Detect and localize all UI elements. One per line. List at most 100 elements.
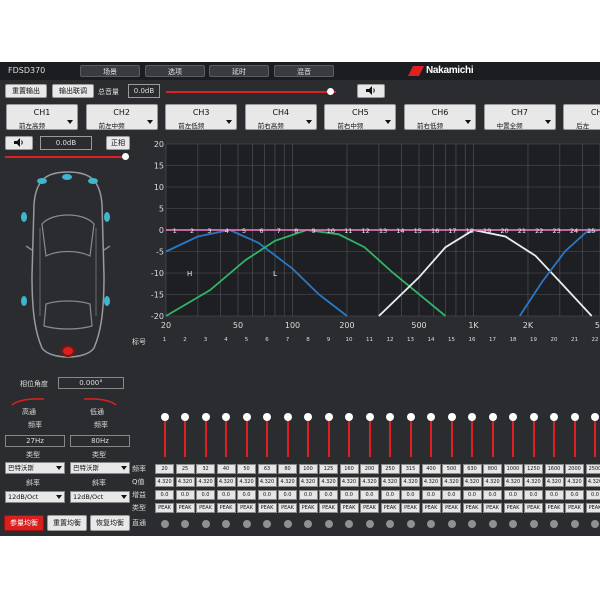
band-q-cell[interactable]: 4.320: [462, 477, 482, 487]
band-gain-cell[interactable]: 0.0: [442, 490, 461, 500]
band-q-cell[interactable]: 4.320: [175, 477, 195, 487]
band-freq-cell[interactable]: 2000: [565, 464, 584, 474]
band-type-cell[interactable]: PEAK: [360, 503, 379, 513]
band-q-cell[interactable]: 4.320: [216, 477, 236, 487]
band-gain-cell[interactable]: 0.0: [462, 490, 482, 500]
band-type-cell[interactable]: PEAK: [155, 503, 174, 513]
band-type-cell[interactable]: PEAK: [585, 503, 600, 513]
menu-delay[interactable]: 延时: [209, 65, 269, 77]
band-q-cell[interactable]: 4.320: [380, 477, 400, 487]
lowpass-slope-select[interactable]: 12dB/Oct: [70, 491, 130, 503]
band-bypass-led[interactable]: [468, 520, 476, 528]
band-freq-cell[interactable]: 1600: [544, 464, 564, 474]
band-q-cell[interactable]: 4.320: [339, 477, 359, 487]
band-bypass-led[interactable]: [222, 520, 230, 528]
band-type-cell[interactable]: PEAK: [401, 503, 420, 513]
band-freq-cell[interactable]: 80: [278, 464, 297, 474]
band-fader-track[interactable]: [307, 417, 309, 457]
channel-button-4[interactable]: CH4 前右高频: [244, 104, 317, 130]
speaker-front-left-icon[interactable]: [37, 178, 47, 184]
band-freq-cell[interactable]: 2500: [585, 464, 600, 474]
speaker-right-door-icon[interactable]: [104, 212, 110, 222]
band-freq-cell[interactable]: 315: [401, 464, 420, 474]
band-type-cell[interactable]: PEAK: [503, 503, 523, 513]
band-gain-cell[interactable]: 0.0: [319, 490, 338, 500]
band-type-cell[interactable]: PEAK: [380, 503, 400, 513]
band-fader-knob[interactable]: [529, 413, 538, 421]
band-q-cell[interactable]: 4.320: [483, 477, 502, 487]
band-fader-knob[interactable]: [365, 413, 374, 421]
channel-button-5[interactable]: CH5 前右中频: [324, 104, 397, 130]
band-fader-track[interactable]: [512, 417, 514, 457]
band-gain-cell[interactable]: 0.0: [524, 490, 543, 500]
band-type-cell[interactable]: PEAK: [216, 503, 236, 513]
band-fader-knob[interactable]: [324, 413, 333, 421]
band-fader-track[interactable]: [450, 417, 453, 457]
band-q-cell[interactable]: 4.320: [360, 477, 379, 487]
band-bypass-led[interactable]: [345, 520, 353, 528]
channel-mute-button[interactable]: [5, 136, 33, 150]
menu-mixer[interactable]: 混音: [274, 65, 334, 77]
band-type-cell[interactable]: PEAK: [565, 503, 584, 513]
band-freq-cell[interactable]: 50: [237, 464, 256, 474]
band-freq-cell[interactable]: 63: [257, 464, 277, 474]
band-bypass-led[interactable]: [509, 520, 517, 528]
band-q-cell[interactable]: 4.320: [442, 477, 461, 487]
band-fader-knob[interactable]: [488, 413, 497, 421]
band-q-cell[interactable]: 4.320: [155, 477, 174, 487]
channel-gain-knob[interactable]: [121, 153, 129, 160]
speaker-rear-left-icon[interactable]: [21, 296, 27, 306]
band-q-cell[interactable]: 4.320: [524, 477, 543, 487]
band-bypass-led[interactable]: [550, 520, 558, 528]
band-fader-knob[interactable]: [386, 413, 394, 421]
phase-angle-value[interactable]: 0.000°: [58, 377, 124, 389]
channel-button-2[interactable]: CH2 前左中频: [85, 104, 158, 130]
band-q-cell[interactable]: 4.320: [257, 477, 277, 487]
band-fader-knob[interactable]: [427, 413, 435, 421]
band-fader-track[interactable]: [491, 417, 494, 457]
band-q-cell[interactable]: 4.320: [503, 477, 523, 487]
band-gain-cell[interactable]: 0.0: [585, 490, 600, 500]
band-bypass-led[interactable]: [406, 520, 415, 528]
band-freq-cell[interactable]: 630: [462, 464, 482, 474]
band-gain-cell[interactable]: 0.0: [544, 490, 564, 500]
band-fader-track[interactable]: [471, 417, 473, 457]
band-type-cell[interactable]: PEAK: [524, 503, 543, 513]
band-freq-cell[interactable]: 20: [155, 464, 174, 474]
band-fader-knob[interactable]: [345, 413, 353, 421]
band-type-cell[interactable]: PEAK: [196, 503, 215, 513]
band-type-cell[interactable]: PEAK: [339, 503, 359, 513]
highpass-freq-input[interactable]: 27Hz: [5, 435, 65, 447]
band-fader-knob[interactable]: [160, 413, 169, 421]
band-q-cell[interactable]: 4.320: [196, 477, 215, 487]
band-type-cell[interactable]: PEAK: [237, 503, 256, 513]
band-freq-cell[interactable]: 100: [298, 464, 318, 474]
band-q-cell[interactable]: 4.320: [585, 477, 600, 487]
master-volume-knob[interactable]: [327, 88, 335, 95]
band-gain-cell[interactable]: 0.0: [339, 490, 359, 500]
menu-options[interactable]: 选项: [145, 65, 205, 77]
band-fader-track[interactable]: [532, 417, 535, 457]
band-freq-cell[interactable]: 40: [216, 464, 236, 474]
band-bypass-led[interactable]: [263, 520, 271, 528]
channel-button-8[interactable]: CH8后左: [563, 104, 600, 130]
channel-button-3[interactable]: CH3 前左低频: [165, 104, 238, 130]
band-type-cell[interactable]: PEAK: [544, 503, 564, 513]
band-freq-cell[interactable]: 32: [196, 464, 215, 474]
band-gain-cell[interactable]: 0.0: [565, 490, 584, 500]
band-fader-knob[interactable]: [283, 413, 292, 421]
channel-gain-value[interactable]: 0.0dB: [40, 136, 92, 150]
band-type-cell[interactable]: PEAK: [483, 503, 502, 513]
highpass-slope-select[interactable]: 12dB/Oct: [5, 491, 65, 503]
band-fader-knob[interactable]: [242, 413, 251, 421]
band-type-cell[interactable]: PEAK: [257, 503, 277, 513]
master-volume-slider[interactable]: [166, 91, 336, 93]
eq-response-chart[interactable]: 20151050-5-10-15-2020501002005001K2K5K12…: [148, 140, 600, 332]
band-fader-knob[interactable]: [406, 413, 415, 421]
band-fader-track[interactable]: [389, 417, 391, 457]
band-fader-knob[interactable]: [201, 413, 210, 421]
band-fader-knob[interactable]: [304, 413, 312, 421]
band-fader-knob[interactable]: [447, 413, 456, 421]
reset-eq-button[interactable]: 重置均衡: [47, 515, 87, 531]
band-gain-cell[interactable]: 0.0: [401, 490, 420, 500]
